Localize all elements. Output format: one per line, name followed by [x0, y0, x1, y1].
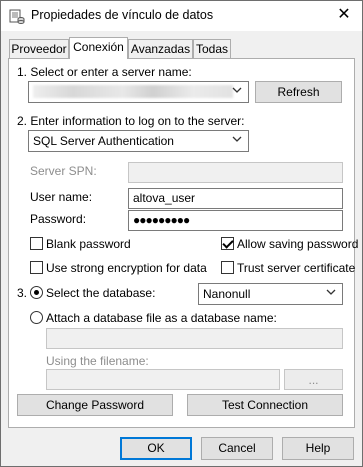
authentication-value: SQL Server Authentication [33, 134, 174, 148]
cancel-button[interactable]: Cancel [201, 437, 273, 460]
chevron-down-icon[interactable] [326, 287, 336, 297]
server-name-combobox[interactable] [28, 81, 249, 103]
blank-password-label[interactable]: Blank password [46, 237, 131, 251]
step1-label: 1. Select or enter a server name: [17, 65, 192, 79]
attach-database-radio[interactable] [30, 311, 43, 324]
tab-proveedor[interactable]: Proveedor [9, 39, 69, 58]
database-value: Nanonull [203, 287, 251, 301]
tab-conexion[interactable]: Conexión [69, 37, 128, 59]
tab-todas[interactable]: Todas [193, 39, 231, 58]
select-database-label[interactable]: Select the database: [46, 286, 155, 300]
chevron-down-icon[interactable] [232, 85, 242, 95]
server-name-value-blurred [33, 85, 233, 98]
close-icon[interactable]: ✕ [333, 4, 355, 26]
trust-server-certificate-label[interactable]: Trust server certificate [237, 261, 355, 275]
data-link-icon [9, 8, 25, 24]
strong-encryption-checkbox[interactable] [30, 261, 43, 274]
help-button[interactable]: Help [282, 437, 354, 460]
window-title: Propiedades de vínculo de datos [31, 8, 214, 22]
test-connection-button[interactable]: Test Connection [187, 394, 343, 416]
tab-avanzadas[interactable]: Avanzadas [128, 39, 193, 58]
allow-saving-password-checkbox[interactable] [221, 237, 234, 250]
refresh-button[interactable]: Refresh [255, 81, 342, 103]
allow-saving-password-label[interactable]: Allow saving password [237, 237, 358, 251]
attach-database-label[interactable]: Attach a database file as a database nam… [46, 311, 277, 325]
authentication-combobox[interactable]: SQL Server Authentication [28, 130, 249, 152]
username-input[interactable]: altova_user [128, 188, 343, 209]
change-password-button[interactable]: Change Password [17, 394, 173, 416]
password-label: Password: [30, 212, 87, 226]
server-spn-label: Server SPN: [30, 164, 97, 178]
chevron-down-icon[interactable] [232, 134, 242, 144]
filename-input [46, 369, 280, 390]
select-database-radio[interactable] [30, 286, 43, 299]
ok-button[interactable]: OK [120, 437, 192, 460]
database-combobox[interactable]: Nanonull [198, 283, 343, 305]
server-spn-input [128, 162, 343, 183]
filename-label: Using the filename: [46, 354, 149, 368]
blank-password-checkbox[interactable] [30, 237, 43, 250]
strong-encryption-label[interactable]: Use strong encryption for data [46, 261, 207, 275]
step3-number: 3. [17, 286, 28, 300]
username-label: User name: [30, 190, 93, 204]
attach-database-input [46, 328, 343, 349]
password-input[interactable]: ●●●●●●●●● [128, 210, 343, 231]
step2-label: 2. Enter information to log on to the se… [17, 114, 245, 128]
browse-button: ... [284, 369, 343, 390]
trust-server-certificate-checkbox[interactable] [221, 261, 234, 274]
